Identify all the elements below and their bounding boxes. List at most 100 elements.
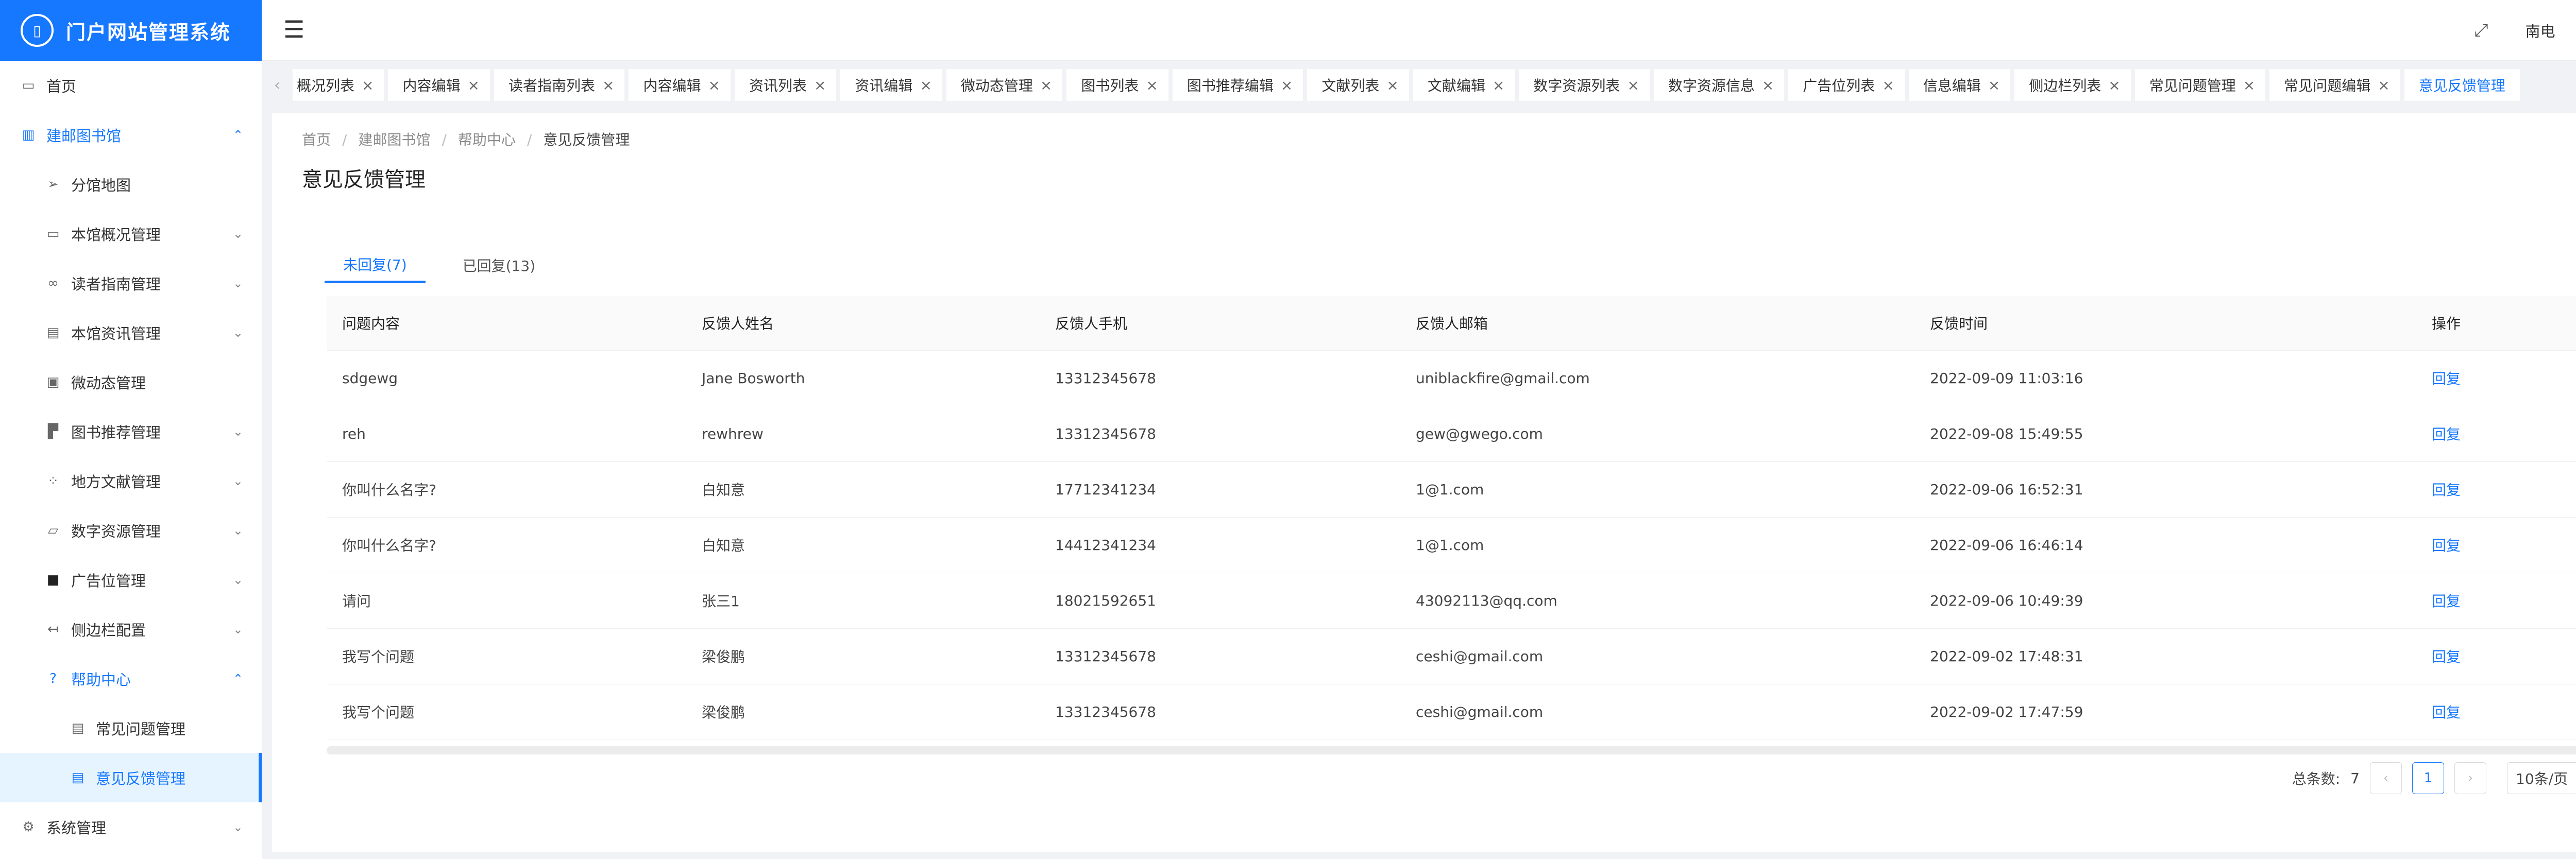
tab-label: 读者指南列表 bbox=[508, 77, 595, 94]
tabs-scroll-left-icon[interactable]: ‹ bbox=[262, 76, 293, 94]
sidebar-item-system[interactable]: ⚙ 系统管理 ⌄ bbox=[0, 802, 262, 852]
tab-info-edit[interactable]: 信息编辑 × bbox=[1908, 69, 2011, 101]
next-page-button[interactable]: › bbox=[2454, 762, 2486, 794]
close-icon[interactable]: × bbox=[1762, 77, 1774, 94]
tab-label: 微动态管理 bbox=[960, 77, 1033, 94]
close-icon[interactable]: × bbox=[2378, 77, 2389, 94]
chevron-up-icon: ⌃ bbox=[232, 128, 243, 142]
reply-link[interactable]: 回复 bbox=[2432, 426, 2461, 443]
picture-icon: ▣ bbox=[46, 374, 60, 390]
sidebar-item-side-config[interactable]: ↤ 侧边栏配置 ⌄ bbox=[0, 605, 262, 654]
close-icon[interactable]: × bbox=[602, 77, 614, 94]
sidebar-item-micro-feed[interactable]: ▣ 微动态管理 bbox=[0, 357, 262, 407]
menu-fold-icon[interactable]: ☰ bbox=[283, 16, 304, 42]
tab-feedback-manage[interactable]: 意见反馈管理 bbox=[2404, 69, 2520, 101]
cell-phone: 17712341234 bbox=[1040, 461, 1400, 518]
cell-question: 我写个问题 bbox=[327, 684, 686, 740]
reply-link[interactable]: 回复 bbox=[2432, 648, 2461, 665]
tab-label: 侧边栏列表 bbox=[2029, 77, 2102, 94]
tab-label: 数字资源列表 bbox=[1533, 77, 1620, 94]
tab-content-edit-2[interactable]: 内容编辑 × bbox=[629, 69, 731, 101]
tab-replied[interactable]: 已回复(13) bbox=[444, 247, 554, 283]
breadcrumb-home[interactable]: 首页 bbox=[302, 131, 331, 148]
cell-email: 43092113@qq.com bbox=[1400, 573, 1914, 629]
close-icon[interactable]: × bbox=[708, 77, 720, 94]
reply-link[interactable]: 回复 bbox=[2432, 704, 2461, 721]
tab-reader-guide-list[interactable]: 读者指南列表 × bbox=[494, 69, 625, 101]
tab-digital-list[interactable]: 数字资源列表 × bbox=[1519, 69, 1650, 101]
reply-status-tabs: 未回复(7) 已回复(13) bbox=[325, 247, 572, 283]
close-icon[interactable]: × bbox=[1281, 77, 1293, 94]
close-icon[interactable]: × bbox=[2243, 77, 2255, 94]
close-icon[interactable]: × bbox=[920, 77, 931, 94]
sidebar-item-faq[interactable]: ▤ 常见问题管理 bbox=[0, 703, 262, 753]
close-icon[interactable]: × bbox=[1627, 77, 1639, 94]
close-icon[interactable]: × bbox=[1493, 77, 1504, 94]
tab-book-recommend-edit[interactable]: 图书推荐编辑 × bbox=[1172, 69, 1303, 101]
close-icon[interactable]: × bbox=[1988, 77, 2000, 94]
table-row: 你叫什么名字? 白知意 14412341234 1@1.com 2022-09-… bbox=[327, 517, 2576, 573]
close-icon[interactable]: × bbox=[814, 77, 826, 94]
cell-question: 我写个问题 bbox=[327, 628, 686, 684]
tab-digital-info[interactable]: 数字资源信息 × bbox=[1653, 69, 1785, 101]
close-icon[interactable]: × bbox=[1146, 77, 1158, 94]
cell-action: 回复 bbox=[2416, 406, 2576, 462]
pagination: 总条数: 7 ‹ 1 › 10条/页 ⌄ bbox=[2292, 762, 2576, 794]
fullscreen-icon[interactable]: ⤢ bbox=[2474, 20, 2488, 41]
close-icon[interactable]: × bbox=[1040, 77, 1052, 94]
close-icon[interactable]: × bbox=[1386, 77, 1398, 94]
cell-time: 2022-09-06 16:52:31 bbox=[1914, 461, 2416, 518]
sidebar-item-overview[interactable]: ▭ 本馆概况管理 ⌄ bbox=[0, 209, 262, 259]
prev-page-button[interactable]: ‹ bbox=[2370, 762, 2402, 794]
feedback-table: 问题内容 反馈人姓名 反馈人手机 反馈人邮箱 反馈时间 操作 sdgewg Ja… bbox=[327, 296, 2576, 754]
user-name[interactable]: 南电 bbox=[2526, 20, 2555, 41]
sidebar-item-help[interactable]: ? 帮助中心 ⌃ bbox=[0, 654, 262, 703]
tab-unreplied[interactable]: 未回复(7) bbox=[325, 247, 426, 283]
sidebar-item-digital[interactable]: ▱ 数字资源管理 ⌄ bbox=[0, 506, 262, 555]
reply-link[interactable]: 回复 bbox=[2432, 370, 2461, 387]
sidebar-item-home[interactable]: ▭ 首页 bbox=[0, 61, 262, 110]
tab-news-edit[interactable]: 资讯编辑 × bbox=[840, 69, 942, 101]
cell-name: 白知意 bbox=[686, 461, 1040, 518]
breadcrumb-library[interactable]: 建邮图书馆 bbox=[358, 131, 430, 148]
table-row: 请问 张三1 18021592651 43092113@qq.com 2022-… bbox=[327, 573, 2576, 629]
tab-faq-manage[interactable]: 常见问题管理 × bbox=[2134, 69, 2266, 101]
cell-phone: 13312345678 bbox=[1040, 350, 1400, 406]
tab-label: 资讯列表 bbox=[749, 77, 807, 94]
tab-content-edit[interactable]: 内容编辑 × bbox=[388, 69, 490, 101]
sidebar-item-local-docs[interactable]: ⁘ 地方文献管理 ⌄ bbox=[0, 456, 262, 506]
cell-name: 梁俊鹏 bbox=[686, 684, 1040, 740]
brand: ▯ 门户网站管理系统 bbox=[0, 0, 262, 61]
tab-sidebar-list[interactable]: 侧边栏列表 × bbox=[2014, 69, 2131, 101]
tab-faq-edit[interactable]: 常见问题编辑 × bbox=[2269, 69, 2400, 101]
sidebar-item-ads[interactable]: ■ 广告位管理 ⌄ bbox=[0, 555, 262, 605]
sidebar-item-library[interactable]: ▥ 建邮图书馆 ⌃ bbox=[0, 110, 262, 160]
horizontal-scrollbar[interactable] bbox=[327, 746, 2576, 754]
sidebar-item-feedback[interactable]: ▤ 意见反馈管理 bbox=[0, 753, 262, 802]
breadcrumb-help[interactable]: 帮助中心 bbox=[458, 131, 516, 148]
close-icon[interactable]: × bbox=[1882, 77, 1894, 94]
page-number-button[interactable]: 1 bbox=[2412, 762, 2444, 794]
sidebar-item-news[interactable]: ▤ 本馆资讯管理 ⌄ bbox=[0, 308, 262, 357]
page-size-select[interactable]: 10条/页 ⌄ bbox=[2507, 762, 2576, 794]
tab-label: 内容编辑 bbox=[402, 77, 461, 94]
tab-docs-list[interactable]: 文献列表 × bbox=[1307, 69, 1409, 101]
close-icon[interactable]: × bbox=[362, 77, 374, 94]
tab-book-list[interactable]: 图书列表 × bbox=[1066, 69, 1168, 101]
close-icon[interactable]: × bbox=[468, 77, 480, 94]
tab-ads-list[interactable]: 广告位列表 × bbox=[1788, 69, 1905, 101]
tab-news-list[interactable]: 资讯列表 × bbox=[734, 69, 837, 101]
reply-link[interactable]: 回复 bbox=[2432, 537, 2461, 554]
sidebar-item-branch-map[interactable]: ➢ 分馆地图 bbox=[0, 160, 262, 209]
reply-link[interactable]: 回复 bbox=[2432, 482, 2461, 499]
reply-link[interactable]: 回复 bbox=[2432, 593, 2461, 610]
tab-micro-feed[interactable]: 微动态管理 × bbox=[946, 69, 1063, 101]
cell-question: 请问 bbox=[327, 573, 686, 629]
tab-overview-list[interactable]: 概况列表 × bbox=[293, 69, 384, 101]
cell-phone: 13312345678 bbox=[1040, 406, 1400, 462]
cell-time: 2022-09-06 10:49:39 bbox=[1914, 573, 2416, 629]
sidebar-item-book-recommend[interactable]: ▛ 图书推荐管理 ⌄ bbox=[0, 407, 262, 456]
sidebar-item-reader-guide[interactable]: ∞ 读者指南管理 ⌄ bbox=[0, 259, 262, 308]
close-icon[interactable]: × bbox=[2108, 77, 2120, 94]
tab-docs-edit[interactable]: 文献编辑 × bbox=[1413, 69, 1515, 101]
